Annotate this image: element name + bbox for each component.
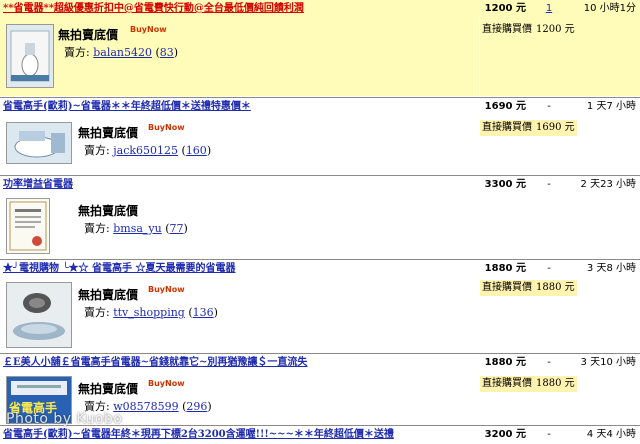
time-left: 1 天7 小時 <box>586 101 636 112</box>
detail-right-panel: 直接購買價 1690 元 <box>480 116 640 172</box>
product-image-icon <box>7 123 71 163</box>
seller-rating-link[interactable]: 296 <box>186 400 207 413</box>
seller-rating-link[interactable]: 160 <box>186 144 207 157</box>
product-thumbnail[interactable] <box>6 282 72 348</box>
seller-rating-link[interactable]: 77 <box>170 222 184 235</box>
detail-right-panel: 直接購買價 1880 元 <box>480 372 640 422</box>
seller-rating-link[interactable]: 83 <box>160 46 174 59</box>
listing-title-row: ￡E美人小舖￡省電高手省電器~省錢就靠它~別再猶豫讓＄一直流失 1880 元 -… <box>0 353 640 372</box>
listing-title-link[interactable]: ￡E美人小舖￡省電高手省電器~省錢就靠它~別再猶豫讓＄一直流失 <box>3 354 463 372</box>
time-left: 10 小時1分 <box>583 3 636 14</box>
listing-title-row: ★╯電視購物 ╰★☆ 省電高手 ☆夏天最需要的省電器 1880 元 - 3 天8… <box>0 259 640 278</box>
detail-right-panel: 直接購買價 1880 元 <box>480 278 640 350</box>
product-thumbnail[interactable] <box>6 24 54 88</box>
no-reserve-label: 無拍賣底價 <box>78 382 139 396</box>
seller-link[interactable]: bmsa_yu <box>113 222 161 235</box>
listing-title-link[interactable]: ★╯電視購物 ╰★☆ 省電高手 ☆夏天最需要的省電器 <box>3 260 463 278</box>
listing-title-link[interactable]: 省電高手(歐莉)~省電器年終＊現再下標2台3200含運喔!!!~~~＊＊年終超低… <box>3 426 463 444</box>
current-price: 3300 元 <box>484 179 526 190</box>
buy-now-badge[interactable]: BuyNow <box>148 123 185 132</box>
direct-buy-price: 直接購買價 1200 元 <box>482 24 575 35</box>
product-image-icon <box>7 25 53 87</box>
photo-watermark: Photo by Kuobo <box>6 411 123 427</box>
seller-link[interactable]: balan5420 <box>93 46 152 59</box>
seller-info: 賣方: balan5420 (83) <box>64 46 179 59</box>
direct-buy-price: 直接購買價 1880 元 <box>480 280 577 296</box>
seller-link[interactable]: w08578599 <box>113 400 178 413</box>
product-thumbnail[interactable] <box>6 122 72 164</box>
listing-detail: 無拍賣底價 BuyNow 賣方: ttv_shopping (136) 直接購買… <box>0 278 640 350</box>
bid-count: - <box>547 429 551 440</box>
current-price: 1690 元 <box>484 101 526 112</box>
current-price: 3200 元 <box>484 429 526 440</box>
direct-buy-price: 直接購買價 1690 元 <box>480 120 577 136</box>
detail-left-panel: 無拍賣底價 BuyNow 賣方: jack650125 (160) <box>0 116 479 172</box>
listing-detail: 無拍賣底價 賣方: bmsa_yu (77) <box>0 194 640 258</box>
seller-info: 賣方: bmsa_yu (77) <box>84 222 188 235</box>
product-thumbnail[interactable] <box>6 198 50 254</box>
detail-right-panel: 直接購買價 1200 元 <box>480 18 640 96</box>
time-left: 3 天10 小時 <box>580 357 636 368</box>
certificate-icon <box>7 199 49 253</box>
time-left: 4 天4 小時 <box>586 429 636 440</box>
current-price: 1880 元 <box>484 357 526 368</box>
bid-count: - <box>547 179 551 190</box>
current-price: 1200 元 <box>484 3 526 14</box>
detail-left-panel: 無拍賣底價 賣方: bmsa_yu (77) <box>0 194 479 258</box>
bid-count: - <box>547 101 551 112</box>
no-reserve-label: 無拍賣底價 <box>78 204 139 218</box>
seller-info: 賣方: ttv_shopping (136) <box>84 306 218 319</box>
detail-left-panel: 無拍賣底價 BuyNow 賣方: ttv_shopping (136) <box>0 278 479 350</box>
no-reserve-label: 無拍賣底價 <box>78 126 139 140</box>
product-image-icon <box>7 283 71 347</box>
listing-title-row: **省電器**超級優惠折扣中@省電費快行動@全台最低價純回饋利潤 1200 元 … <box>0 0 640 18</box>
bid-count-link[interactable]: 1 <box>536 0 562 18</box>
listing-title-link[interactable]: 省電高手(歐莉)~省電器＊＊年終超低價＊送禮特惠價＊ <box>3 98 463 116</box>
seller-link[interactable]: ttv_shopping <box>113 306 185 319</box>
bid-count: - <box>547 263 551 274</box>
listing-title-link[interactable]: **省電器**超級優惠折扣中@省電費快行動@全台最低價純回饋利潤 <box>3 0 463 18</box>
no-reserve-label: 無拍賣底價 <box>78 288 139 302</box>
listing-title-row: 省電高手(歐莉)~省電器年終＊現再下標2台3200含運喔!!!~~~＊＊年終超低… <box>0 425 640 444</box>
no-reserve-label: 無拍賣底價 <box>58 28 119 42</box>
buy-now-badge[interactable]: BuyNow <box>148 285 185 294</box>
seller-link[interactable]: jack650125 <box>113 144 178 157</box>
buy-now-badge[interactable]: BuyNow <box>130 25 167 34</box>
seller-info: 賣方: jack650125 (160) <box>84 144 212 157</box>
seller-rating-link[interactable]: 136 <box>193 306 214 319</box>
listing-detail: 無拍賣底價 BuyNow 賣方: jack650125 (160) 直接購買價 1… <box>0 116 640 172</box>
time-left: 2 天23 小時 <box>580 179 636 190</box>
listing-title-link[interactable]: 功率增益省電器 <box>3 176 463 194</box>
listing-title-row: 功率增益省電器 3300 元 - 2 天23 小時 <box>0 175 640 194</box>
detail-right-panel <box>480 194 640 258</box>
detail-left-panel: 無拍賣底價 BuyNow 賣方: balan5420 (83) <box>0 18 479 96</box>
direct-buy-price: 直接購買價 1880 元 <box>480 376 577 392</box>
bid-count: - <box>547 357 551 368</box>
listing-detail: 無拍賣底價 BuyNow 賣方: balan5420 (83) 直接購買價 120… <box>0 18 640 96</box>
listing-title-row: 省電高手(歐莉)~省電器＊＊年終超低價＊送禮特惠價＊ 1690 元 - 1 天7… <box>0 97 640 116</box>
time-left: 3 天8 小時 <box>586 263 636 274</box>
buy-now-badge[interactable]: BuyNow <box>148 379 185 388</box>
current-price: 1880 元 <box>484 263 526 274</box>
